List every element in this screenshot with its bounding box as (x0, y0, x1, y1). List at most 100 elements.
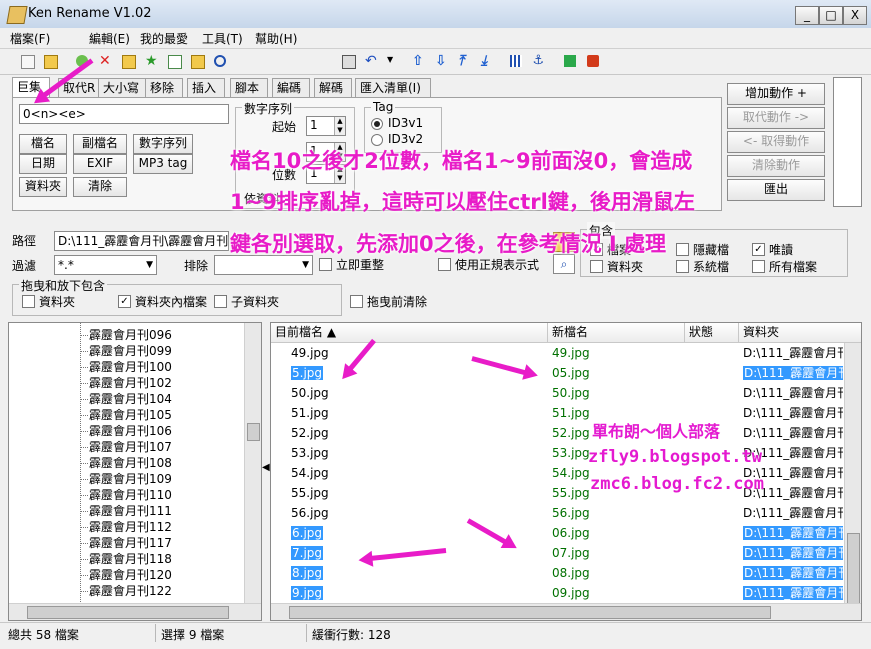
file-row[interactable]: 8.jpg 08.jpg D:\111_霹靂會月刊 (271, 563, 845, 583)
tree-item[interactable]: 霹靂會月刊105 (81, 407, 172, 423)
tree-item[interactable]: 霹靂會月刊104 (81, 391, 172, 407)
tree-item[interactable]: 霹靂會月刊120 (81, 567, 172, 583)
menu-favorites[interactable]: 我的最愛 (140, 30, 188, 47)
tree-item[interactable]: 霹靂會月刊109 (81, 471, 172, 487)
tab-case[interactable]: 大小寫 (98, 78, 148, 97)
open-folder-icon[interactable] (40, 51, 60, 71)
tree-vertical-scrollbar[interactable] (244, 323, 261, 620)
drag-in-folder-checkbox[interactable]: ✓ (118, 295, 131, 308)
anchor-icon[interactable]: ⚓ (529, 51, 549, 71)
clear-button[interactable]: 清除 (73, 177, 127, 197)
tab-decode[interactable]: 解碼 (314, 78, 352, 97)
tab-remove[interactable]: 移除 (145, 78, 183, 97)
date-button[interactable]: 日期 (19, 154, 67, 174)
tree-item[interactable]: 霹靂會月刊106 (81, 423, 172, 439)
file-row[interactable]: 9.jpg 09.jpg D:\111_霹靂會月刊 (271, 583, 845, 603)
column-new-name[interactable]: 新檔名 (548, 323, 685, 343)
file-row[interactable]: 56.jpg 56.jpg D:\111_霹靂會月刊 (271, 503, 845, 523)
clear-action-button[interactable]: 清除動作 (727, 155, 825, 177)
path-input[interactable]: D:\111_霹靂會月刊\霹靂會月刊 (54, 231, 229, 251)
splitter-arrow-icon[interactable]: ◀ (262, 462, 270, 473)
maximize-button[interactable]: □ (819, 6, 843, 25)
export-action-button[interactable]: 匯出 (727, 179, 825, 201)
tree-item[interactable]: 霹靂會月刊099 (81, 343, 172, 359)
drag-folder-checkbox[interactable] (22, 295, 35, 308)
settings-icon[interactable] (338, 51, 358, 71)
tree-horizontal-scrollbar[interactable] (9, 603, 261, 620)
mp3-tag-button[interactable]: MP3 tag (133, 154, 193, 174)
file-row[interactable]: 6.jpg 06.jpg D:\111_霹靂會月刊 (271, 523, 845, 543)
tree-item[interactable]: 霹靂會月刊096 (81, 327, 172, 343)
mask-input[interactable]: 0<n><e> (19, 104, 229, 124)
folder-open-icon[interactable] (187, 51, 207, 71)
tree-item[interactable]: 霹靂會月刊112 (81, 519, 172, 535)
reorder-checkbox[interactable] (319, 258, 332, 271)
delete-icon[interactable]: ✕ (95, 51, 115, 71)
move-down-icon[interactable]: ⇩ (431, 51, 451, 71)
include-hidden-checkbox[interactable] (676, 243, 689, 256)
tree-item[interactable]: 霹靂會月刊111 (81, 503, 172, 519)
move-bottom-icon[interactable]: ⤓ (477, 51, 497, 71)
new-file-icon[interactable] (17, 51, 37, 71)
folder-tree[interactable]: 霹靂會月刊096 霹靂會月刊099 霹靂會月刊100 霹靂會月刊102 霹靂會月刊104… (8, 322, 262, 621)
filelist-vertical-scrollbar[interactable] (844, 343, 861, 605)
tree-item[interactable]: 霹靂會月刊110 (81, 487, 172, 503)
column-status[interactable]: 狀態 (685, 323, 739, 343)
tree-item[interactable]: 霹靂會月刊107 (81, 439, 172, 455)
file-row[interactable]: 52.jpg 52.jpg D:\111_霹靂會月刊 (271, 423, 845, 443)
include-folders-checkbox[interactable] (590, 260, 603, 273)
menu-tools[interactable]: 工具(T) (202, 30, 243, 47)
filename-button[interactable]: 檔名 (19, 134, 67, 154)
close-button[interactable]: X (843, 6, 867, 25)
document-icon[interactable] (164, 51, 184, 71)
folder-button[interactable]: 資料夾 (19, 177, 67, 197)
tree-item[interactable]: 霹靂會月刊100 (81, 359, 172, 375)
undo-dropdown-icon[interactable]: ▼ (383, 51, 403, 71)
menu-edit[interactable]: 編輯(E) (89, 30, 130, 47)
target-icon[interactable] (210, 51, 230, 71)
power-icon[interactable] (583, 51, 603, 71)
action-list[interactable] (833, 77, 862, 207)
exclude-select[interactable]: ▼ (214, 255, 313, 275)
file-list[interactable]: 目前檔名 ▲ 新檔名 狀態 資料夾 49.jpg 49.jpg D:\111_霹靂會… (270, 322, 862, 621)
move-up-icon[interactable]: ⇧ (408, 51, 428, 71)
tab-insert[interactable]: 插入 (187, 78, 225, 97)
move-top-icon[interactable]: ⤒ (454, 51, 474, 71)
include-all-checkbox[interactable] (752, 260, 765, 273)
clear-before-drag-checkbox[interactable] (350, 295, 363, 308)
tab-script[interactable]: 腳本 (230, 78, 268, 97)
filter-select[interactable]: *.* ▼ (54, 255, 157, 275)
filelist-horizontal-scrollbar[interactable] (271, 603, 861, 620)
tree-item[interactable]: 霹靂會月刊122 (81, 583, 172, 599)
exif-button[interactable]: EXIF (73, 154, 127, 174)
file-row[interactable]: 51.jpg 51.jpg D:\111_霹靂會月刊 (271, 403, 845, 423)
id3v1-radio[interactable] (371, 118, 383, 130)
tree-item[interactable]: 霹靂會月刊118 (81, 551, 172, 567)
add-action-button[interactable]: 增加動作 + (727, 83, 825, 105)
green-grid-icon[interactable] (560, 51, 580, 71)
column-folder[interactable]: 資料夾 (739, 323, 861, 343)
start-stepper[interactable]: 1 ▲ ▼ (306, 116, 346, 136)
menu-help[interactable]: 幫助(H) (255, 30, 297, 47)
tab-encode[interactable]: 編碼 (272, 78, 310, 97)
file-row[interactable]: 50.jpg 50.jpg D:\111_霹靂會月刊 (271, 383, 845, 403)
regex-checkbox[interactable] (438, 258, 451, 271)
column-current-name[interactable]: 目前檔名 ▲ (271, 323, 548, 343)
folder-icon[interactable] (118, 51, 138, 71)
tree-item[interactable]: 霹靂會月刊108 (81, 455, 172, 471)
include-system-checkbox[interactable] (676, 260, 689, 273)
extension-button[interactable]: 副檔名 (73, 134, 127, 154)
minimize-button[interactable]: _ (795, 6, 819, 25)
undo-icon[interactable]: ↶ (361, 51, 381, 71)
number-sequence-button[interactable]: 數字序列 (133, 134, 193, 154)
include-readonly-checkbox[interactable]: ✓ (752, 243, 765, 256)
columns-icon[interactable] (506, 51, 526, 71)
menu-file[interactable]: 檔案(F) (10, 30, 50, 47)
tree-item[interactable]: 霹靂會月刊117 (81, 535, 172, 551)
tab-import-list[interactable]: 匯入清單(I) (355, 78, 431, 97)
drag-sub-checkbox[interactable] (214, 295, 227, 308)
replace-action-button[interactable]: 取代動作 -> (727, 107, 825, 129)
get-action-button[interactable]: <- 取得動作 (727, 131, 825, 153)
favorite-star-icon[interactable]: ★ (141, 51, 161, 71)
tree-item[interactable]: 霹靂會月刊102 (81, 375, 172, 391)
